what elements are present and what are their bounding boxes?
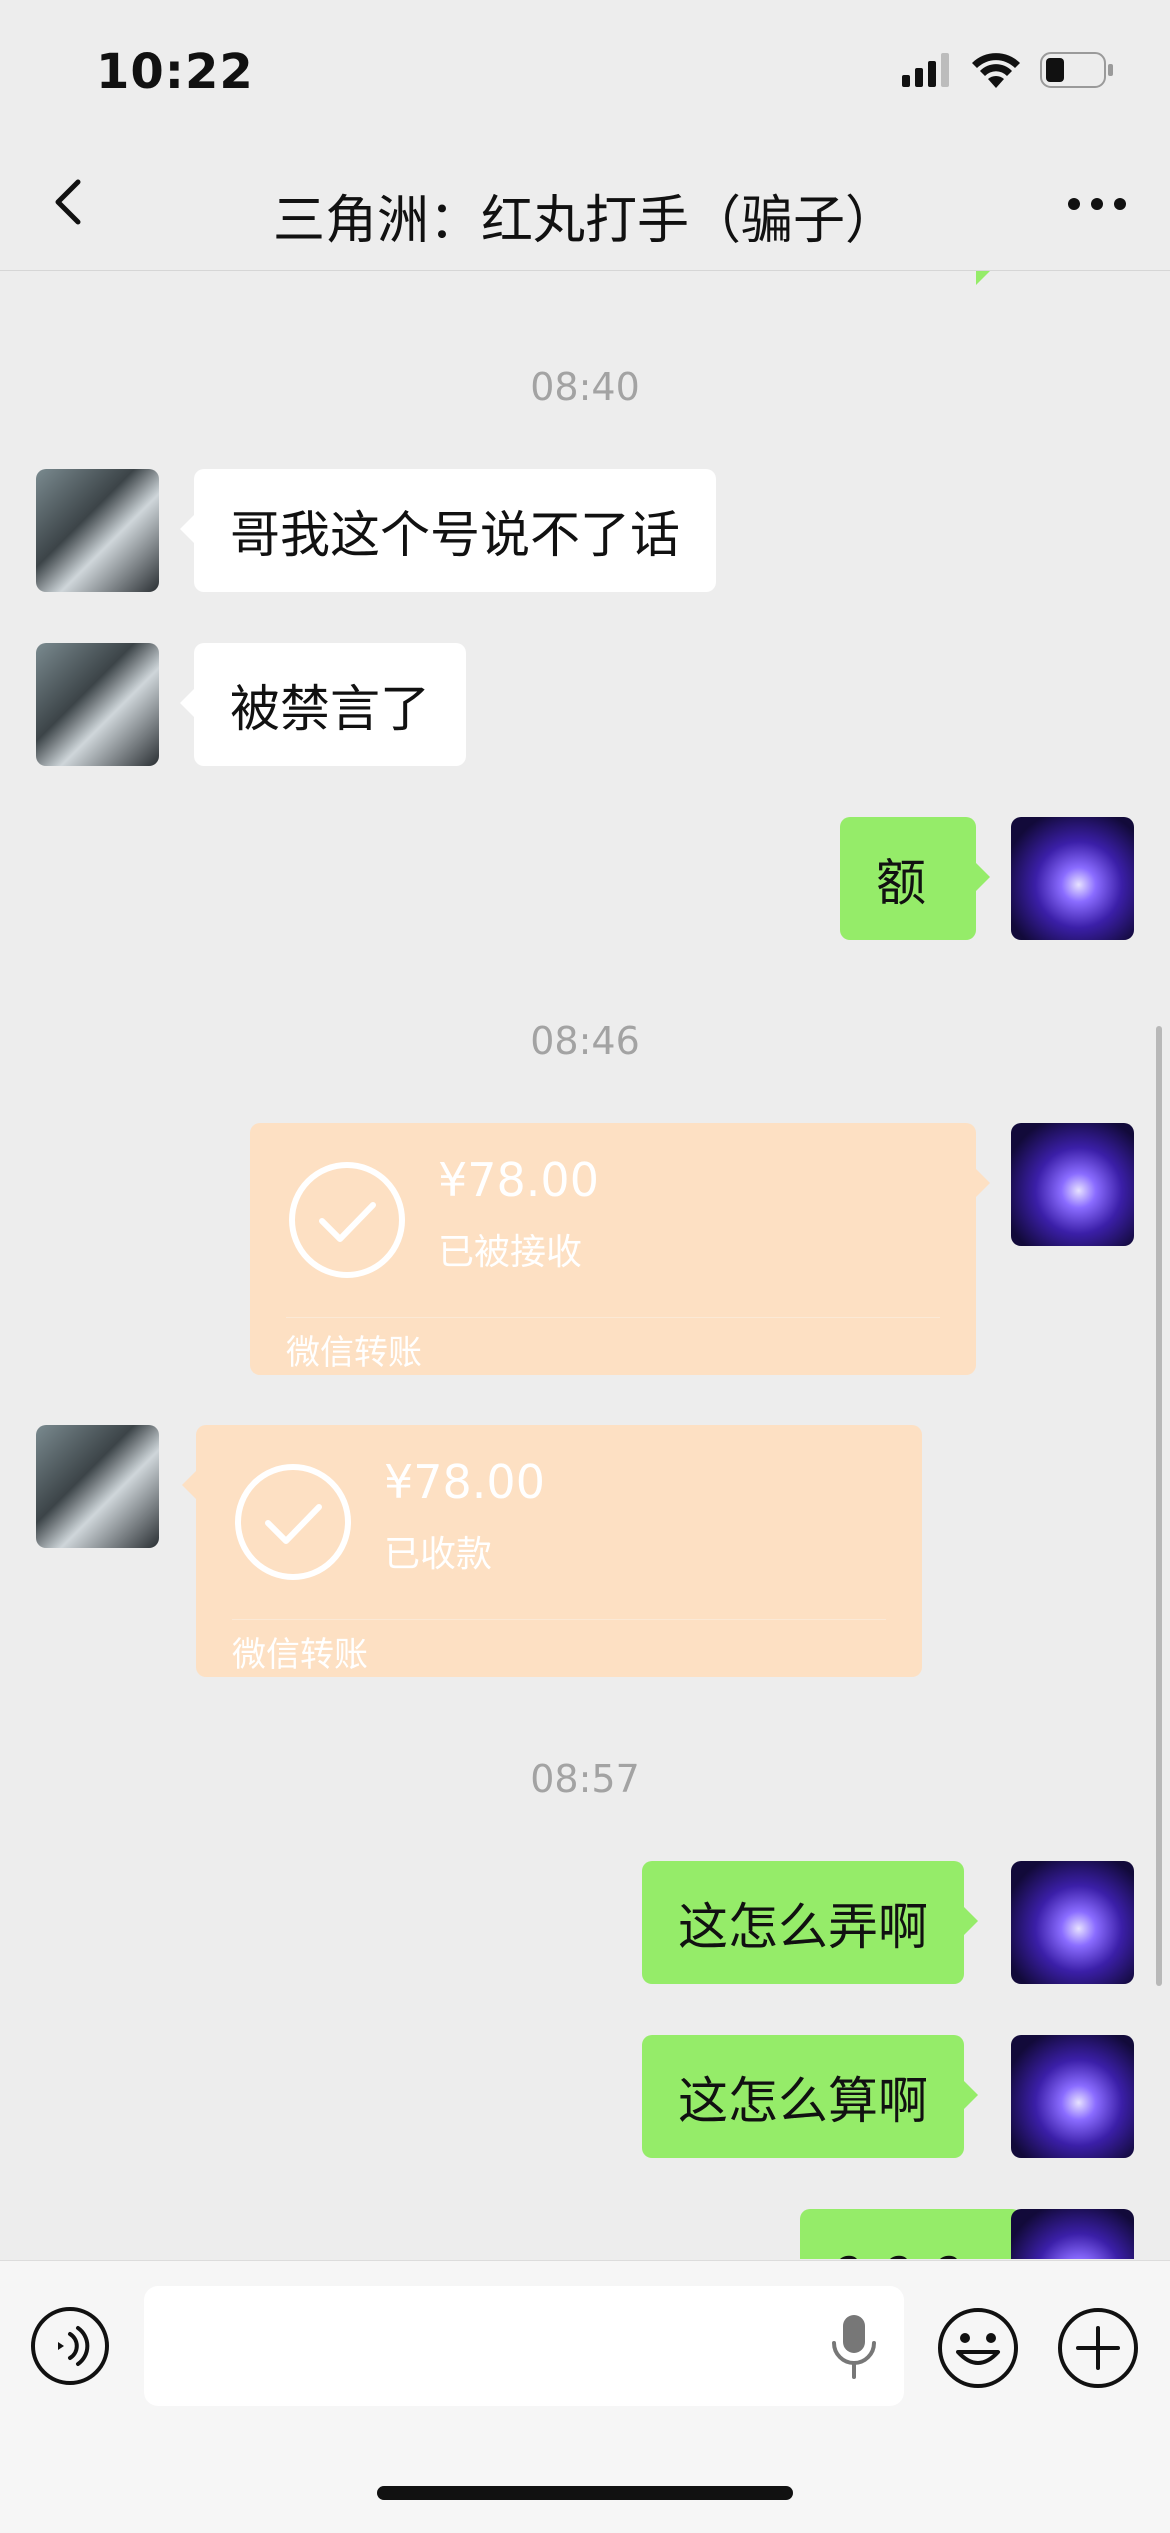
message-bubble-outgoing[interactable]: 额 — [840, 817, 990, 940]
avatar-contact[interactable] — [36, 469, 159, 592]
check-circle-icon — [235, 1464, 351, 1580]
input-bar — [0, 2260, 1170, 2533]
message-bubble-incoming[interactable]: 哥我这个号说不了话 — [180, 469, 716, 592]
status-bar: 10:22 — [0, 0, 1170, 140]
divider — [232, 1619, 886, 1620]
message-bubble-outgoing[interactable]: 这怎么算啊 — [642, 2035, 978, 2158]
transfer-card-sent[interactable]: ¥78.00 已被接收 微信转账 — [250, 1123, 990, 1375]
message-bubble-incoming[interactable]: 被禁言了 — [180, 643, 466, 766]
battery-icon — [1040, 52, 1113, 88]
chat-title: 三角洲：红丸打手（骗子） — [272, 191, 897, 251]
transfer-amount: ¥78.00 — [384, 1455, 545, 1509]
timestamp: 08:40 — [530, 365, 640, 409]
transfer-label: 微信转账 — [286, 1333, 422, 1373]
avatar-self[interactable] — [1011, 817, 1134, 940]
avatar-self[interactable] — [1011, 2035, 1134, 2158]
avatar-contact[interactable] — [36, 1425, 159, 1548]
chat-header: 三角洲：红丸打手（骗子） — [0, 140, 1170, 271]
transfer-status: 已被接收 — [438, 1232, 583, 1273]
transfer-amount: ¥78.00 — [438, 1153, 599, 1207]
transfer-status: 已收款 — [384, 1534, 493, 1575]
emoji-icon[interactable] — [936, 2306, 1020, 2390]
message-list[interactable]: 08:40 哥我这个号说不了话 被禁言了 额 08:46 ¥78.00 已被接收… — [0, 271, 1170, 2259]
transfer-card-received[interactable]: ¥78.00 已收款 微信转账 — [182, 1425, 922, 1677]
avatar-self[interactable] — [1011, 1123, 1134, 1246]
cellular-signal-icon — [902, 53, 949, 87]
scrollbar[interactable] — [1156, 1026, 1162, 1986]
status-time: 10:22 — [96, 44, 254, 100]
transfer-label: 微信转账 — [232, 1635, 368, 1675]
timestamp: 08:46 — [530, 1019, 640, 1063]
home-indicator[interactable] — [377, 2486, 793, 2500]
microphone-icon[interactable] — [826, 2311, 882, 2381]
message-bubble-outgoing[interactable]: ？？？ — [800, 2209, 1036, 2259]
divider — [286, 1317, 940, 1318]
wifi-icon — [972, 53, 1020, 88]
message-bubble-outgoing[interactable]: 这怎么弄啊 — [642, 1861, 978, 1984]
more-options-icon[interactable] — [1062, 174, 1132, 234]
timestamp: 08:57 — [530, 1757, 640, 1801]
check-circle-icon — [289, 1162, 405, 1278]
status-icons — [902, 52, 1114, 88]
avatar-contact[interactable] — [36, 643, 159, 766]
avatar-self[interactable] — [1011, 2209, 1134, 2259]
avatar-self[interactable] — [1011, 1861, 1134, 1984]
message-input[interactable] — [144, 2286, 904, 2406]
voice-input-icon[interactable] — [30, 2306, 110, 2386]
plus-icon[interactable] — [1056, 2306, 1140, 2390]
